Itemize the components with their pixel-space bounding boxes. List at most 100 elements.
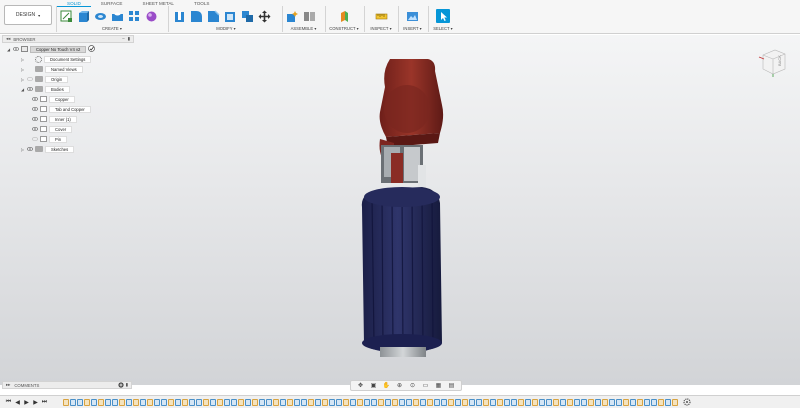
timeline-feature-marker[interactable]	[140, 398, 146, 406]
timeline-feature-marker[interactable]	[259, 398, 265, 406]
timeline-feature-marker[interactable]	[63, 398, 69, 406]
timeline-feature-marker[interactable]	[301, 398, 307, 406]
timeline-feature-marker[interactable]	[420, 398, 426, 406]
timeline-feature-marker[interactable]	[217, 398, 223, 406]
expanded-triangle-icon[interactable]: ◢	[20, 85, 25, 93]
timeline-feature-marker[interactable]	[553, 398, 559, 406]
timeline-feature-marker[interactable]	[322, 398, 328, 406]
timeline-feature-marker[interactable]	[651, 398, 657, 406]
tree-item-named-views[interactable]: ▷ Named Views	[20, 65, 83, 73]
joint-icon[interactable]	[302, 9, 316, 23]
tree-item-document-settings[interactable]: ▷ Document Settings	[20, 55, 92, 63]
expand-icon[interactable]: ▸▸	[6, 382, 10, 388]
tab-surface[interactable]: SURFACE	[91, 0, 133, 7]
timeline-settings-gear-icon[interactable]	[682, 397, 692, 407]
expanded-triangle-icon[interactable]: ◢	[6, 45, 11, 53]
timeline-feature-marker[interactable]	[273, 398, 279, 406]
tree-item-sketches[interactable]: ▷ Sketches	[20, 145, 75, 153]
pin-body[interactable]	[380, 347, 426, 357]
timeline-feature-marker[interactable]	[385, 398, 391, 406]
visibility-eye-icon[interactable]	[13, 45, 19, 53]
pin-icon[interactable]: ▮	[126, 382, 128, 388]
timeline-feature-marker[interactable]	[91, 398, 97, 406]
timeline-feature-marker[interactable]	[616, 398, 622, 406]
timeline-feature-marker[interactable]	[133, 398, 139, 406]
timeline-feature-marker[interactable]	[490, 398, 496, 406]
timeline-feature-marker[interactable]	[203, 398, 209, 406]
combine-icon[interactable]	[240, 9, 254, 23]
tree-item-body-pin[interactable]: Pin	[32, 135, 68, 143]
timeline-feature-marker[interactable]	[378, 398, 384, 406]
timeline-feature-marker[interactable]	[637, 398, 643, 406]
timeline-feature-marker[interactable]	[287, 398, 293, 406]
offset-plane-icon[interactable]	[337, 9, 351, 23]
tab-solid[interactable]: SOLID	[57, 0, 91, 7]
insert-image-icon[interactable]	[406, 9, 420, 23]
first-step-icon[interactable]: ⏮	[4, 398, 13, 407]
move-icon[interactable]	[257, 9, 271, 23]
timeline-feature-marker[interactable]	[574, 398, 580, 406]
timeline-feature-marker[interactable]	[343, 398, 349, 406]
timeline-feature-marker[interactable]	[546, 398, 552, 406]
timeline-feature-marker[interactable]	[175, 398, 181, 406]
visibility-eye-icon[interactable]	[32, 125, 38, 133]
insert-menu[interactable]: INSERT ▾	[400, 26, 425, 31]
next-step-icon[interactable]: ▶	[31, 398, 40, 407]
select-menu[interactable]: SELECT ▾	[430, 26, 456, 31]
zoom-icon[interactable]: ⊕	[395, 382, 404, 390]
timeline-feature-marker[interactable]	[189, 398, 195, 406]
inspect-menu[interactable]: INSPECT ▾	[366, 26, 396, 31]
timeline-feature-marker[interactable]	[602, 398, 608, 406]
tree-item-bodies[interactable]: ◢ Bodies	[20, 85, 70, 93]
timeline-feature-marker[interactable]	[630, 398, 636, 406]
timeline-feature-marker[interactable]	[98, 398, 104, 406]
timeline-feature-marker[interactable]	[315, 398, 321, 406]
collapse-icon[interactable]: ◂◂	[6, 36, 10, 42]
timeline-feature-marker[interactable]	[238, 398, 244, 406]
timeline-feature-marker[interactable]	[441, 398, 447, 406]
timeline-feature-marker[interactable]	[567, 398, 573, 406]
create-menu[interactable]: CREATE ▾	[59, 26, 165, 31]
pin-icon[interactable]: ▮	[128, 36, 130, 42]
timeline-feature-marker[interactable]	[336, 398, 342, 406]
timeline-feature-marker[interactable]	[609, 398, 615, 406]
timeline-feature-marker[interactable]	[105, 398, 111, 406]
tree-item-body-tab-and-copper[interactable]: Tab and Copper	[32, 105, 91, 113]
canvas-viewport[interactable]: ◂◂ BROWSER – ▮ ◢ Copper No Touch V4 v2 ▷…	[0, 35, 800, 385]
workspace-switcher[interactable]: DESIGN ▾	[4, 5, 52, 25]
timeline-feature-marker[interactable]	[497, 398, 503, 406]
timeline-feature-marker[interactable]	[672, 398, 678, 406]
timeline-feature-marker[interactable]	[581, 398, 587, 406]
tree-item-body-inner[interactable]: Inner (1)	[32, 115, 77, 123]
visibility-eye-icon[interactable]	[32, 115, 38, 123]
collapsed-triangle-icon[interactable]: ▷	[20, 65, 25, 73]
timeline-feature-marker[interactable]	[665, 398, 671, 406]
timeline-feature-marker[interactable]	[504, 398, 510, 406]
orbit-icon[interactable]: ✥	[356, 382, 365, 390]
timeline-feature-marker[interactable]	[560, 398, 566, 406]
timeline-feature-marker[interactable]	[511, 398, 517, 406]
play-icon[interactable]: ▶	[22, 398, 31, 407]
activate-radio-icon[interactable]	[88, 45, 96, 53]
fit-icon[interactable]: ⊙	[408, 382, 417, 390]
visibility-eye-icon[interactable]	[27, 85, 33, 93]
timeline-feature-marker[interactable]	[210, 398, 216, 406]
last-step-icon[interactable]: ⏭	[40, 398, 49, 407]
timeline-feature-marker[interactable]	[329, 398, 335, 406]
timeline-feature-marker[interactable]	[476, 398, 482, 406]
timeline-feature-marker[interactable]	[231, 398, 237, 406]
comments-panel[interactable]: ▸▸ COMMENTS ▮	[2, 381, 132, 389]
timeline-feature-marker[interactable]	[245, 398, 251, 406]
timeline-feature-marker[interactable]	[196, 398, 202, 406]
timeline-feature-marker[interactable]	[161, 398, 167, 406]
timeline-feature-marker[interactable]	[112, 398, 118, 406]
collapsed-triangle-icon[interactable]: ▷	[20, 145, 25, 153]
visibility-eye-icon[interactable]	[27, 145, 33, 153]
timeline-feature-marker[interactable]	[427, 398, 433, 406]
minimize-icon[interactable]: –	[122, 36, 124, 42]
modify-menu[interactable]: MODIFY ▾	[172, 26, 280, 31]
timeline-feature-marker[interactable]	[518, 398, 524, 406]
timeline-feature-marker[interactable]	[70, 398, 76, 406]
timeline-feature-marker[interactable]	[413, 398, 419, 406]
hinge-body[interactable]	[381, 145, 426, 189]
